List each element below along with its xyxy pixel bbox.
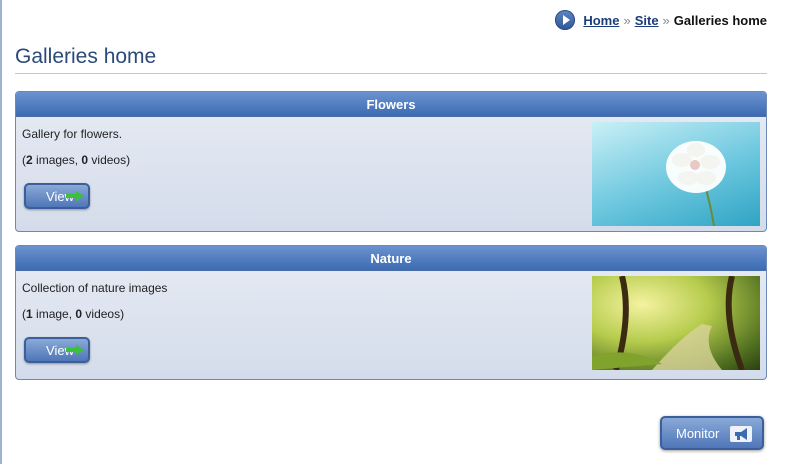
breadcrumb-home-link[interactable]: Home — [583, 13, 619, 28]
gallery-counts: (2 images, 0 videos) — [22, 153, 131, 167]
video-word: videos — [91, 153, 127, 167]
megaphone-icon — [730, 426, 752, 442]
title-divider — [15, 73, 767, 74]
gallery-thumbnail-flowers[interactable] — [592, 122, 760, 226]
arrow-right-icon — [66, 191, 84, 201]
breadcrumb: Home » Site » Galleries home — [555, 10, 767, 30]
left-border — [0, 0, 2, 464]
gallery-body: Gallery for flowers. (2 images, 0 videos… — [16, 117, 766, 231]
gallery-title: Flowers — [16, 92, 766, 117]
gallery-body: Collection of nature images (1 image, 0 … — [16, 271, 766, 379]
image-word: image — [36, 307, 69, 321]
nature-path-image — [592, 276, 745, 370]
video-word: videos — [85, 307, 121, 321]
breadcrumb-separator: » — [662, 12, 670, 28]
monitor-button[interactable]: Monitor — [660, 416, 764, 450]
breadcrumb-separator: » — [623, 12, 631, 28]
video-count: 0 — [81, 153, 89, 167]
page-title: Galleries home — [15, 45, 157, 68]
breadcrumb-current: Galleries home — [673, 12, 767, 28]
image-word: images — [36, 153, 75, 167]
gallery-title: Nature — [16, 246, 766, 271]
gallery-card-flowers: Flowers Gallery for flowers. (2 images, … — [15, 91, 767, 232]
gallery-description: Collection of nature images — [22, 281, 168, 295]
image-count: 2 — [26, 153, 33, 167]
arrow-right-icon — [66, 345, 84, 355]
gallery-description: Gallery for flowers. — [22, 127, 123, 141]
view-gallery-button[interactable]: View — [24, 337, 90, 363]
gallery-card-nature: Nature Collection of nature images (1 im… — [15, 245, 767, 380]
monitor-button-label: Monitor — [676, 426, 720, 441]
gallery-thumbnail-nature[interactable] — [592, 276, 760, 370]
image-count: 1 — [26, 307, 33, 321]
view-gallery-button[interactable]: View — [24, 183, 90, 209]
flower-image — [666, 141, 726, 226]
gallery-counts: (1 image, 0 videos) — [22, 307, 125, 321]
breadcrumb-site-link[interactable]: Site — [635, 13, 659, 28]
breadcrumb-play-icon — [555, 10, 576, 30]
video-count: 0 — [75, 307, 83, 321]
